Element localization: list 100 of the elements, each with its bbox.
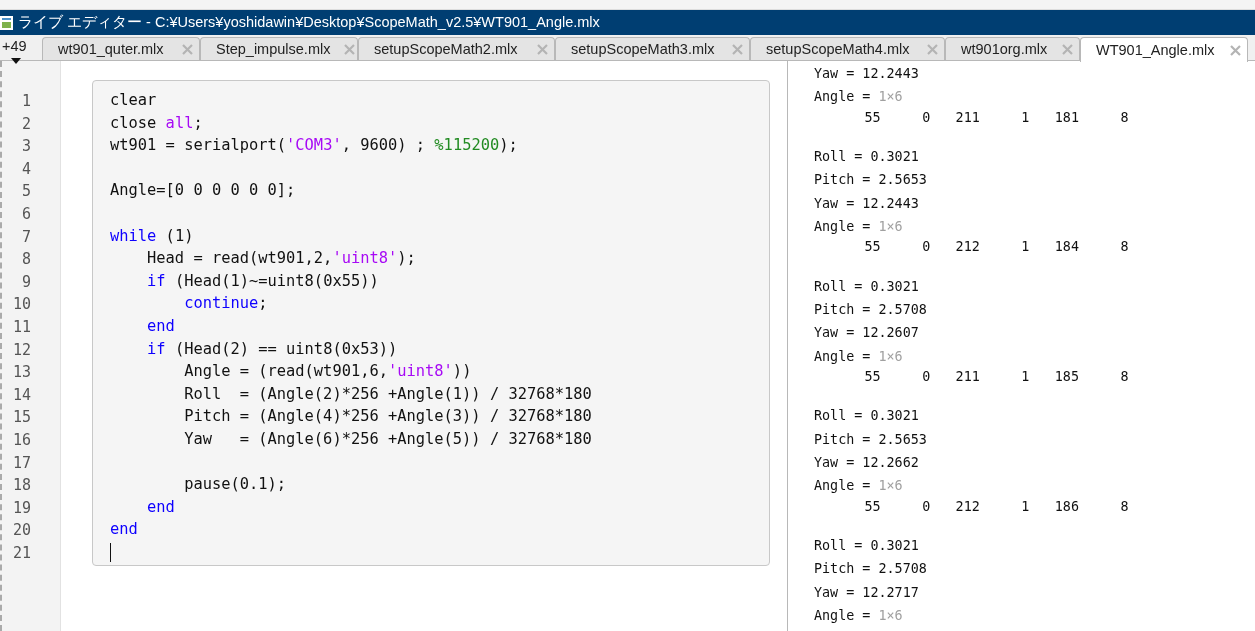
array-value: 211	[954, 108, 980, 127]
window-title: ライブ エディター - C:¥Users¥yoshidawin¥Desktop¥ScopeMath_v2.5¥WT901_Angle.mlx	[18, 13, 600, 32]
array-value: 212	[954, 497, 980, 516]
array-value: 8	[1119, 238, 1129, 257]
tab-overflow-button[interactable]: +49	[0, 35, 42, 60]
size-label: 1×6	[878, 219, 903, 234]
code-line: Angle = (read(wt901,6,'uint8'))	[183, 362, 472, 381]
array-value: 1	[1020, 367, 1030, 386]
size-label: 1×6	[878, 478, 903, 494]
line-number: 13	[11, 362, 32, 384]
tab[interactable]: setupScopeMath4.mlx	[750, 37, 945, 60]
code-line: Roll = (Angle(2)*256 +Angle(1)) / 32768*180	[183, 384, 592, 403]
close-icon[interactable]	[182, 43, 193, 55]
array-value: 184	[1053, 238, 1079, 257]
line-number: 12	[11, 339, 32, 361]
output-text: Roll = 0.3021	[814, 408, 919, 424]
line-number: 1	[20, 91, 32, 112]
line-number: 11	[11, 316, 32, 338]
code-line: while (1)	[110, 226, 194, 245]
tab[interactable]: Step_impulse.mlx	[200, 37, 358, 60]
line-number: 17	[11, 452, 32, 474]
line-number: 14	[11, 384, 32, 406]
size-label: 1×6	[878, 348, 903, 364]
output-text: Pitch = 2.5708	[814, 561, 927, 577]
tab[interactable]: wt901_quter.mlx	[42, 37, 200, 60]
array-value: 211	[954, 367, 980, 386]
close-icon[interactable]	[732, 43, 743, 55]
output-text: Yaw = 12.2607	[814, 325, 919, 341]
code-line: clear	[110, 91, 157, 109]
tab-label: wt901org.mlx	[961, 41, 1048, 57]
line-number: 20	[11, 520, 32, 542]
line-number: 3	[20, 136, 32, 158]
array-value: 8	[1119, 367, 1129, 386]
array-value: 186	[1053, 497, 1079, 516]
line-number: 16	[11, 429, 32, 451]
tab[interactable]: setupScopeMath3.mlx	[555, 37, 750, 60]
close-icon[interactable]	[927, 43, 938, 55]
output-text: Roll = 0.3021	[814, 278, 919, 294]
array-value: 185	[1053, 367, 1079, 386]
tab-label: setupScopeMath2.mlx	[374, 41, 518, 57]
line-number: 7	[20, 226, 32, 248]
tab[interactable]: setupScopeMath2.mlx	[358, 37, 555, 60]
line-number: 8	[20, 249, 32, 271]
size-label: 1×6	[878, 608, 903, 624]
array-value: 1	[1020, 497, 1030, 516]
array-value: 8	[1119, 497, 1129, 516]
array-value: 55	[863, 497, 881, 516]
code-line: end	[146, 316, 175, 335]
close-icon[interactable]	[1062, 43, 1073, 55]
code-line: end	[146, 497, 175, 516]
code-line: Yaw = (Angle(6)*256 +Angle(5)) / 32768*180	[183, 429, 592, 448]
line-number: 15	[11, 407, 32, 429]
size-label: 1×6	[878, 89, 903, 105]
app-icon	[0, 14, 13, 31]
code-line: Head = read(wt901,2,'uint8');	[146, 249, 416, 268]
code-line: Pitch = (Angle(4)*256 +Angle(3)) / 32768*180	[183, 407, 592, 426]
output-text: Yaw = 12.2443	[814, 66, 919, 81]
array-value: 0	[921, 108, 931, 127]
array-value: 212	[954, 238, 980, 257]
array-value: 1	[1020, 238, 1030, 257]
output-text: Angle =	[814, 89, 872, 105]
line-number: 9	[20, 271, 32, 293]
code-cell[interactable]	[92, 80, 770, 566]
output-text: Yaw = 12.2443	[814, 195, 919, 211]
code-line: Angle=[0 0 0 0 0 0];	[110, 181, 296, 200]
line-number: 18	[11, 475, 32, 497]
array-value: 55	[863, 238, 881, 257]
code-line: pause(0.1);	[183, 475, 287, 494]
close-icon[interactable]	[1230, 44, 1241, 56]
output-text: Angle =	[814, 478, 872, 494]
code-line: if (Head(2) == uint8(0x53))	[146, 339, 398, 358]
line-number: 5	[20, 181, 32, 203]
tab-label: setupScopeMath3.mlx	[571, 41, 715, 57]
code-line: if (Head(1)~=uint8(0x55))	[146, 271, 379, 290]
array-value: 0	[921, 367, 931, 386]
tab[interactable]: wt901org.mlx	[945, 37, 1080, 60]
caret-icon	[11, 58, 21, 64]
output-text: Angle =	[814, 219, 872, 234]
array-value: 0	[921, 497, 931, 516]
line-number: 4	[20, 158, 32, 180]
array-value: 0	[921, 238, 931, 257]
tab-label: setupScopeMath4.mlx	[766, 41, 910, 57]
array-value: 1	[1020, 108, 1030, 127]
line-number: 10	[11, 294, 32, 316]
output-text: Roll = 0.3021	[814, 538, 919, 554]
tab-label: wt901_quter.mlx	[58, 41, 164, 57]
output-text: Roll = 0.3021	[814, 149, 919, 165]
code-line: wt901 = serialport('COM3', 9600) ; %115200);	[110, 136, 518, 155]
line-number: 2	[20, 113, 32, 135]
output-text: Yaw = 12.2717	[814, 584, 919, 600]
output-text: Angle =	[814, 348, 872, 364]
array-value: 181	[1053, 108, 1079, 127]
output-text: Yaw = 12.2662	[814, 455, 919, 471]
array-value: 8	[1119, 108, 1129, 127]
output-text: Angle =	[814, 608, 872, 624]
tab[interactable]: WT901_Angle.mlx	[1080, 37, 1248, 62]
close-icon[interactable]	[344, 43, 356, 55]
line-number: 6	[20, 203, 32, 225]
close-icon[interactable]	[537, 43, 548, 55]
output-text: Pitch = 2.5653	[814, 172, 927, 188]
